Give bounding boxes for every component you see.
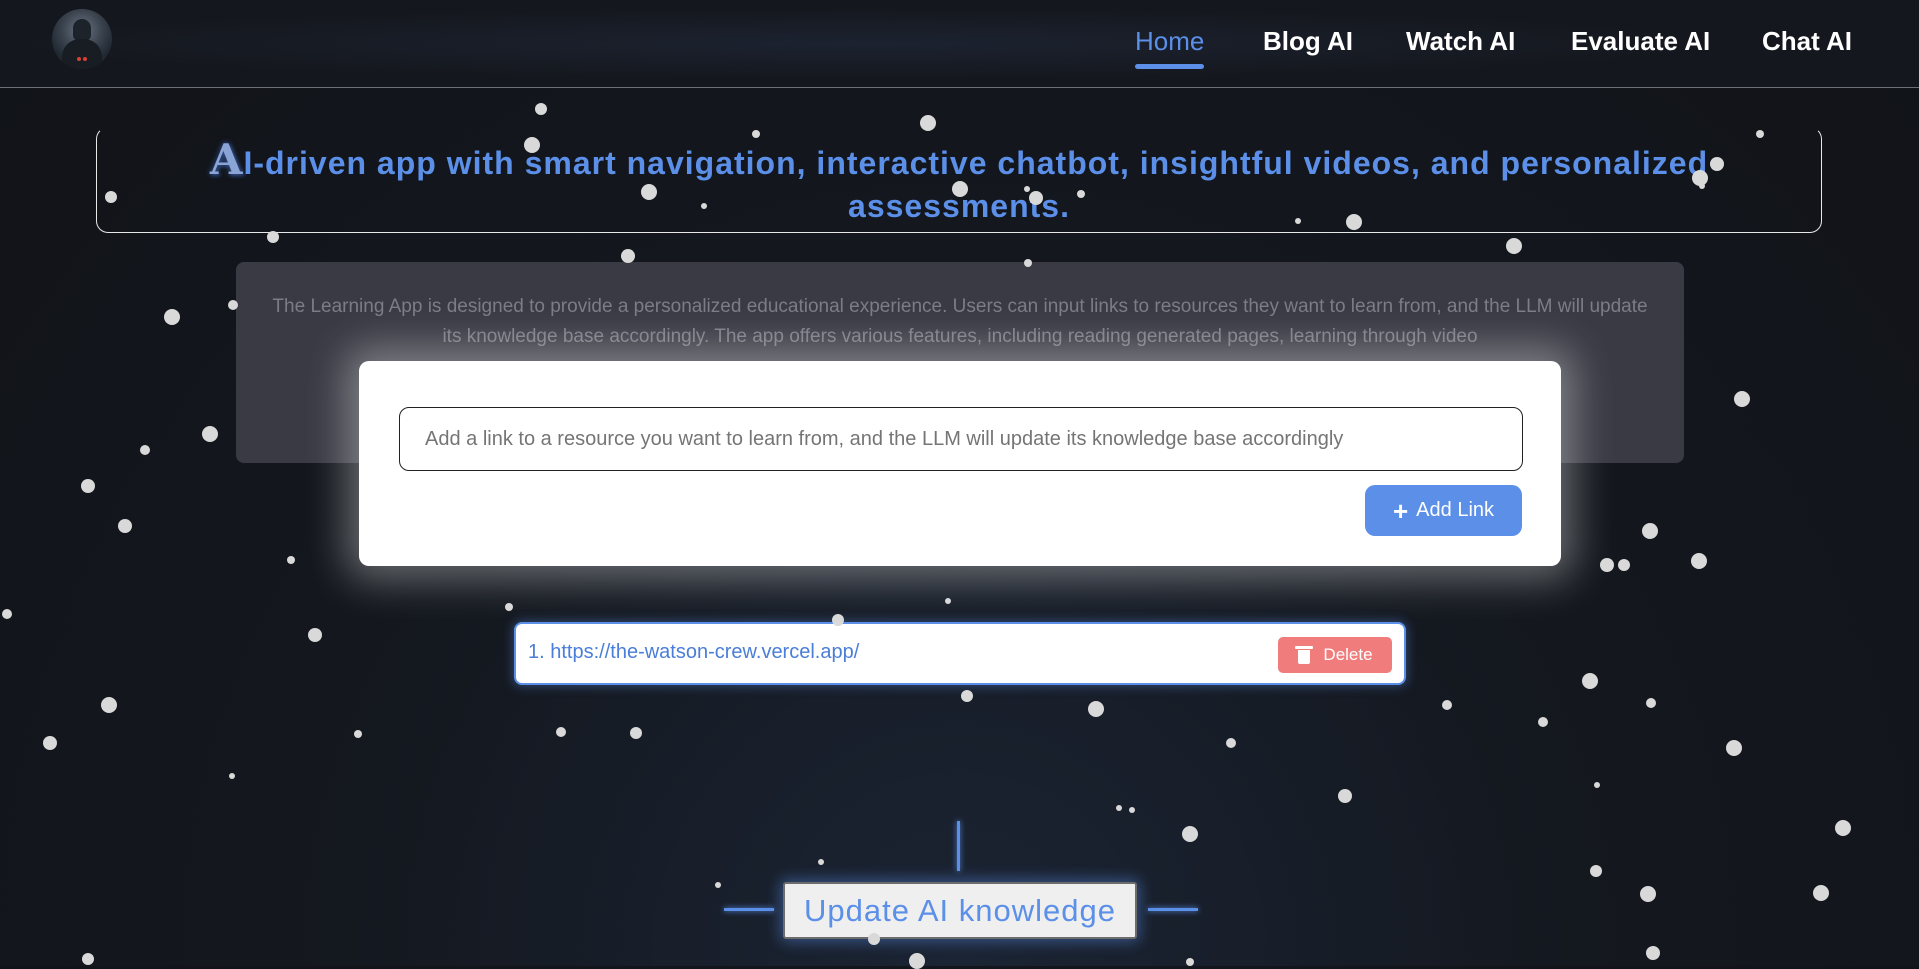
particle-dot — [630, 727, 642, 739]
particle-dot — [1129, 807, 1135, 813]
trash-icon — [1295, 646, 1314, 664]
particle-dot — [1182, 826, 1198, 842]
particle-dot — [556, 727, 566, 737]
particle-dot — [1618, 559, 1630, 571]
particle-dot — [229, 773, 235, 779]
particle-dot — [818, 859, 824, 865]
nav-chat-ai[interactable]: Chat AI — [1762, 26, 1852, 57]
add-link-label: Add Link — [1416, 499, 1495, 521]
hero-title-text: I-driven app with smart navigation, inte… — [243, 145, 1709, 224]
add-link-card: + Add Link — [359, 361, 1561, 566]
particle-dot — [228, 300, 238, 310]
particle-dot — [81, 479, 95, 493]
nav-evaluate-ai[interactable]: Evaluate AI — [1571, 26, 1710, 57]
particle-dot — [1077, 190, 1085, 198]
particle-dot — [1813, 885, 1829, 901]
particle-dot — [1295, 218, 1301, 224]
particle-dot — [535, 103, 547, 115]
particle-dot — [1835, 820, 1851, 836]
particle-dot — [82, 953, 94, 965]
particle-dot — [1691, 553, 1707, 569]
link-input[interactable] — [399, 407, 1523, 471]
update-connector-top — [957, 821, 960, 871]
particle-dot — [1226, 738, 1236, 748]
particle-dot — [1640, 886, 1656, 902]
particle-dot — [2, 609, 12, 619]
particle-dot — [1590, 865, 1602, 877]
particle-dot — [715, 882, 721, 888]
hero-banner: AI-driven app with smart navigation, int… — [96, 127, 1822, 233]
particle-dot — [1346, 214, 1362, 230]
particle-dot — [43, 736, 57, 750]
header: Home Blog AI Watch AI Evaluate AI Chat A… — [0, 0, 1919, 88]
nav-watch-ai[interactable]: Watch AI — [1406, 26, 1515, 57]
particle-dot — [832, 614, 844, 626]
delete-link-button[interactable]: Delete — [1278, 637, 1392, 673]
particle-dot — [1646, 946, 1660, 960]
particle-dot — [1186, 958, 1194, 966]
particle-dot — [1699, 183, 1705, 189]
particle-dot — [1582, 673, 1598, 689]
particle-dot — [140, 445, 150, 455]
particle-dot — [1538, 717, 1548, 727]
particle-dot — [267, 231, 279, 243]
update-ai-knowledge-button[interactable]: Update AI knowledge — [783, 882, 1137, 939]
particle-dot — [1734, 391, 1750, 407]
particle-dot — [524, 137, 540, 153]
nav-home[interactable]: Home — [1135, 26, 1205, 69]
particle-dot — [101, 697, 117, 713]
particle-dot — [641, 184, 657, 200]
particle-dot — [1642, 523, 1658, 539]
particle-dot — [164, 309, 180, 325]
particle-dot — [909, 953, 925, 969]
link-list-item: 1. https://the-watson-crew.vercel.app/ D… — [514, 622, 1406, 685]
particle-dot — [1338, 789, 1352, 803]
particle-dot — [1600, 558, 1614, 572]
particle-dot — [505, 603, 513, 611]
plus-icon: + — [1392, 495, 1409, 526]
particle-dot — [202, 426, 218, 442]
robot-avatar-icon[interactable] — [52, 9, 112, 69]
particle-dot — [952, 181, 968, 197]
particle-dot — [1506, 238, 1522, 254]
particle-dot — [1594, 782, 1600, 788]
particle-dot — [961, 690, 973, 702]
add-link-button[interactable]: + Add Link — [1365, 485, 1522, 536]
description-text: The Learning App is designed to provide … — [272, 296, 1648, 347]
particle-dot — [1024, 259, 1032, 267]
particle-dot — [701, 203, 707, 209]
particle-dot — [920, 115, 936, 131]
particle-dot — [752, 130, 760, 138]
link-url[interactable]: 1. https://the-watson-crew.vercel.app/ — [528, 641, 859, 664]
particle-dot — [118, 519, 132, 533]
particle-dot — [1442, 700, 1452, 710]
particle-dot — [621, 249, 635, 263]
particle-dot — [308, 628, 322, 642]
particle-dot — [105, 191, 117, 203]
particle-dot — [1646, 698, 1656, 708]
particle-dot — [1024, 186, 1030, 192]
particle-dot — [945, 598, 951, 604]
delete-label: Delete — [1323, 645, 1373, 664]
particle-dot — [1116, 805, 1122, 811]
particle-dot — [1710, 157, 1724, 171]
particle-dot — [868, 933, 880, 945]
hero-first-letter: A — [209, 135, 244, 184]
nav-blog-ai[interactable]: Blog AI — [1263, 26, 1353, 57]
particle-dot — [287, 556, 295, 564]
update-connector-right — [1148, 908, 1198, 911]
particle-dot — [1726, 740, 1742, 756]
particle-dot — [354, 730, 362, 738]
particle-dot — [1756, 130, 1764, 138]
particle-dot — [1088, 701, 1104, 717]
update-connector-left — [724, 908, 774, 911]
particle-dot — [1029, 191, 1043, 205]
